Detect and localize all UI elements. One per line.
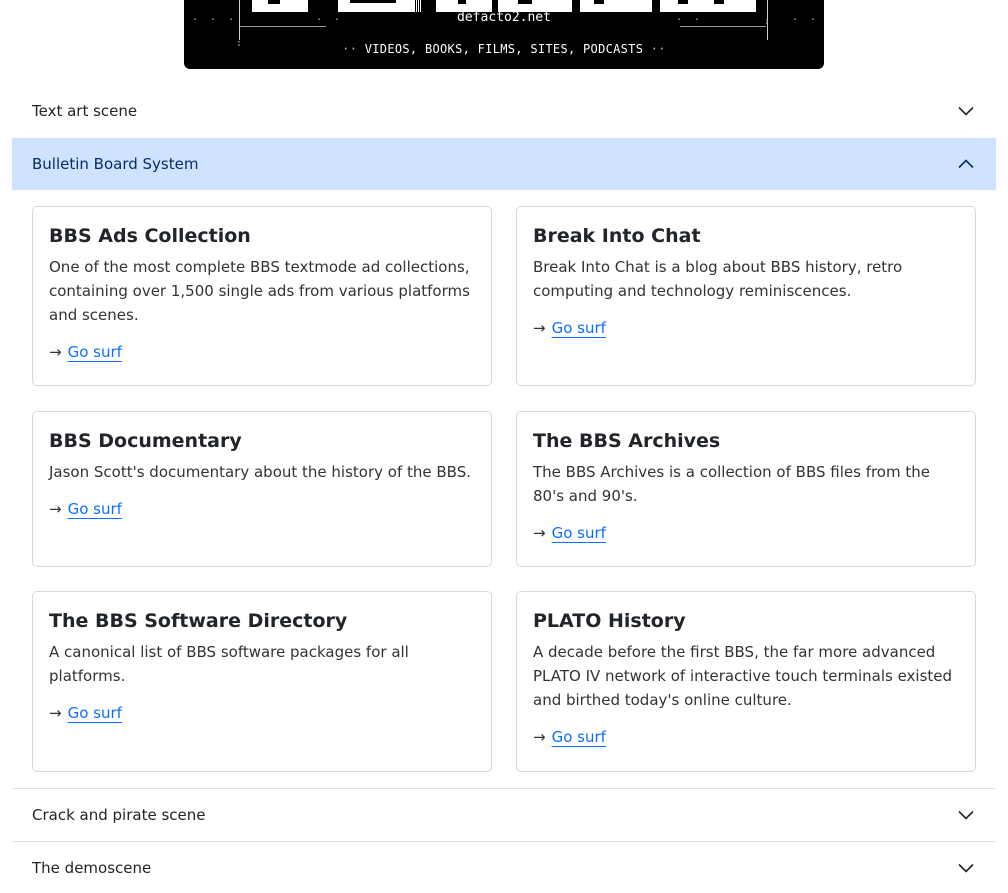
accordion-the-demoscene[interactable]: The demoscene [12, 841, 996, 893]
right-arrow-icon: → [533, 524, 546, 542]
card-title: Break Into Chat [533, 225, 701, 247]
link-card: Break Into Chat Break Into Chat is a blo… [516, 206, 976, 386]
chevron-down-icon [958, 863, 974, 873]
accordion-title: Text art scene [32, 102, 138, 120]
right-arrow-icon: → [49, 500, 62, 518]
card-description: Jason Scott's documentary about the hist… [49, 463, 471, 481]
banner-site-name: defacto2.net [457, 10, 551, 25]
link-card: The BBS Archives The BBS Archives is a c… [516, 411, 976, 567]
chevron-up-icon [958, 159, 974, 169]
go-surf-link[interactable]: Go surf [68, 701, 122, 725]
go-surf-link[interactable]: Go surf [68, 497, 122, 521]
go-surf-link[interactable]: Go surf [552, 316, 606, 340]
link-card: The BBS Software Directory A canonical l… [32, 591, 492, 772]
card-title: BBS Documentary [49, 430, 242, 452]
card-description: A canonical list of BBS software package… [49, 643, 409, 685]
card-description: The BBS Archives is a collection of BBS … [533, 463, 930, 505]
card-title: The BBS Software Directory [49, 610, 348, 632]
link-card: PLATO History A decade before the first … [516, 591, 976, 772]
site-banner[interactable]: . . . . . . . . . : : defacto2.net ·· VI… [184, 0, 824, 69]
card-description: A decade before the first BBS, the far m… [533, 643, 953, 709]
card-title: The BBS Archives [533, 430, 721, 452]
right-arrow-icon: → [533, 728, 546, 746]
card-description: One of the most complete BBS textmode ad… [49, 258, 470, 324]
accordion-title: Crack and pirate scene [32, 805, 206, 824]
banner-tagline: ·· VIDEOS, BOOKS, FILMS, SITES, PODCASTS… [342, 42, 666, 56]
accordion-text-art-scene[interactable]: Text art scene [12, 85, 996, 137]
right-arrow-icon: → [49, 704, 62, 722]
go-surf-link[interactable]: Go surf [68, 340, 122, 364]
go-surf-link[interactable]: Go surf [552, 725, 606, 749]
link-card: BBS Ads Collection One of the most compl… [32, 206, 492, 386]
right-arrow-icon: → [49, 343, 62, 361]
chevron-down-icon [958, 810, 974, 820]
go-surf-link[interactable]: Go surf [552, 521, 606, 545]
card-description: Break Into Chat is a blog about BBS hist… [533, 258, 903, 300]
accordion-crack-and-pirate-scene[interactable]: Crack and pirate scene [12, 788, 996, 840]
right-arrow-icon: → [533, 319, 546, 337]
accordion-title: The demoscene [32, 858, 152, 877]
card-title: BBS Ads Collection [49, 225, 251, 247]
chevron-down-icon [958, 106, 974, 116]
link-card: BBS Documentary Jason Scott's documentar… [32, 411, 492, 567]
accordion-title: Bulletin Board System [32, 155, 199, 173]
accordion-bulletin-board-system[interactable]: Bulletin Board System [12, 138, 996, 190]
card-title: PLATO History [533, 610, 686, 632]
